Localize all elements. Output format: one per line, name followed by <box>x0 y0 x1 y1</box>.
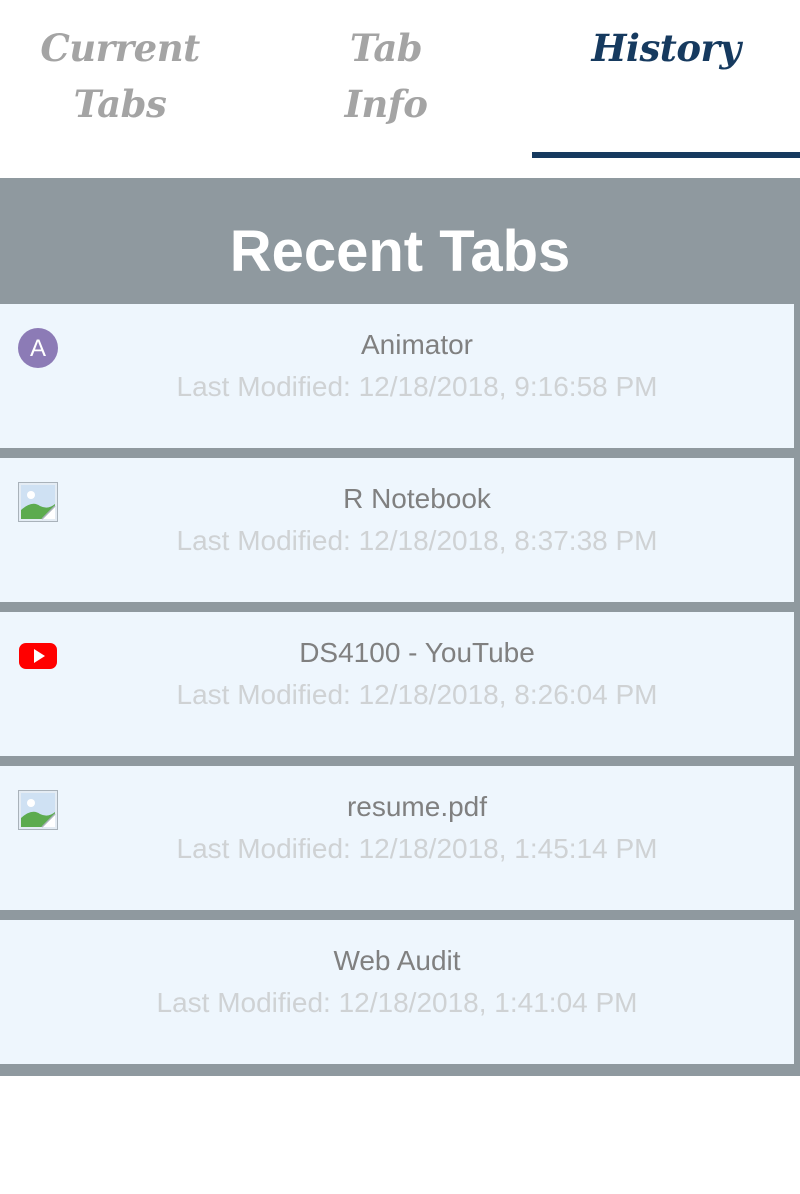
item-title: R Notebook <box>343 483 491 514</box>
item-title: Web Audit <box>333 945 461 976</box>
item-modified: Last Modified: 12/18/2018, 8:26:04 PM <box>176 679 658 710</box>
panel-header: Recent Tabs <box>0 178 800 304</box>
item-title: resume.pdf <box>346 791 488 822</box>
history-panel: Recent Tabs A Animator Last Modified: 12… <box>0 178 800 1076</box>
recent-tabs-list: A Animator Last Modified: 12/18/2018, 9:… <box>0 304 794 1064</box>
list-item[interactable]: resume.pdf Last Modified: 12/18/2018, 1:… <box>0 766 794 910</box>
list-item[interactable]: Web Audit Last Modified: 12/18/2018, 1:4… <box>0 920 794 1064</box>
tab-tab-info-label: Tab Info <box>344 26 428 126</box>
panel-title: Recent Tabs <box>229 218 571 284</box>
item-modified: Last Modified: 12/18/2018, 1:45:14 PM <box>176 833 658 864</box>
item-title: Animator <box>360 329 474 360</box>
tab-history-label: History <box>591 26 741 70</box>
item-modified: Last Modified: 12/18/2018, 9:16:58 PM <box>176 371 658 402</box>
list-item[interactable]: DS4100 - YouTube Last Modified: 12/18/20… <box>0 612 794 756</box>
item-title: DS4100 - YouTube <box>299 637 535 668</box>
list-item[interactable]: R Notebook Last Modified: 12/18/2018, 8:… <box>0 458 794 602</box>
item-modified: Last Modified: 12/18/2018, 8:37:38 PM <box>176 525 658 556</box>
tab-bar: Current Tabs Tab Info History <box>0 0 800 160</box>
list-item[interactable]: A Animator Last Modified: 12/18/2018, 9:… <box>0 304 794 448</box>
tab-current-tabs[interactable]: Current Tabs <box>0 0 240 160</box>
tab-tab-info[interactable]: Tab Info <box>240 0 532 160</box>
tab-current-tabs-label: Current Tabs <box>40 26 200 126</box>
active-tab-indicator <box>532 152 800 158</box>
item-modified: Last Modified: 12/18/2018, 1:41:04 PM <box>156 987 638 1018</box>
tab-history[interactable]: History <box>532 0 800 160</box>
